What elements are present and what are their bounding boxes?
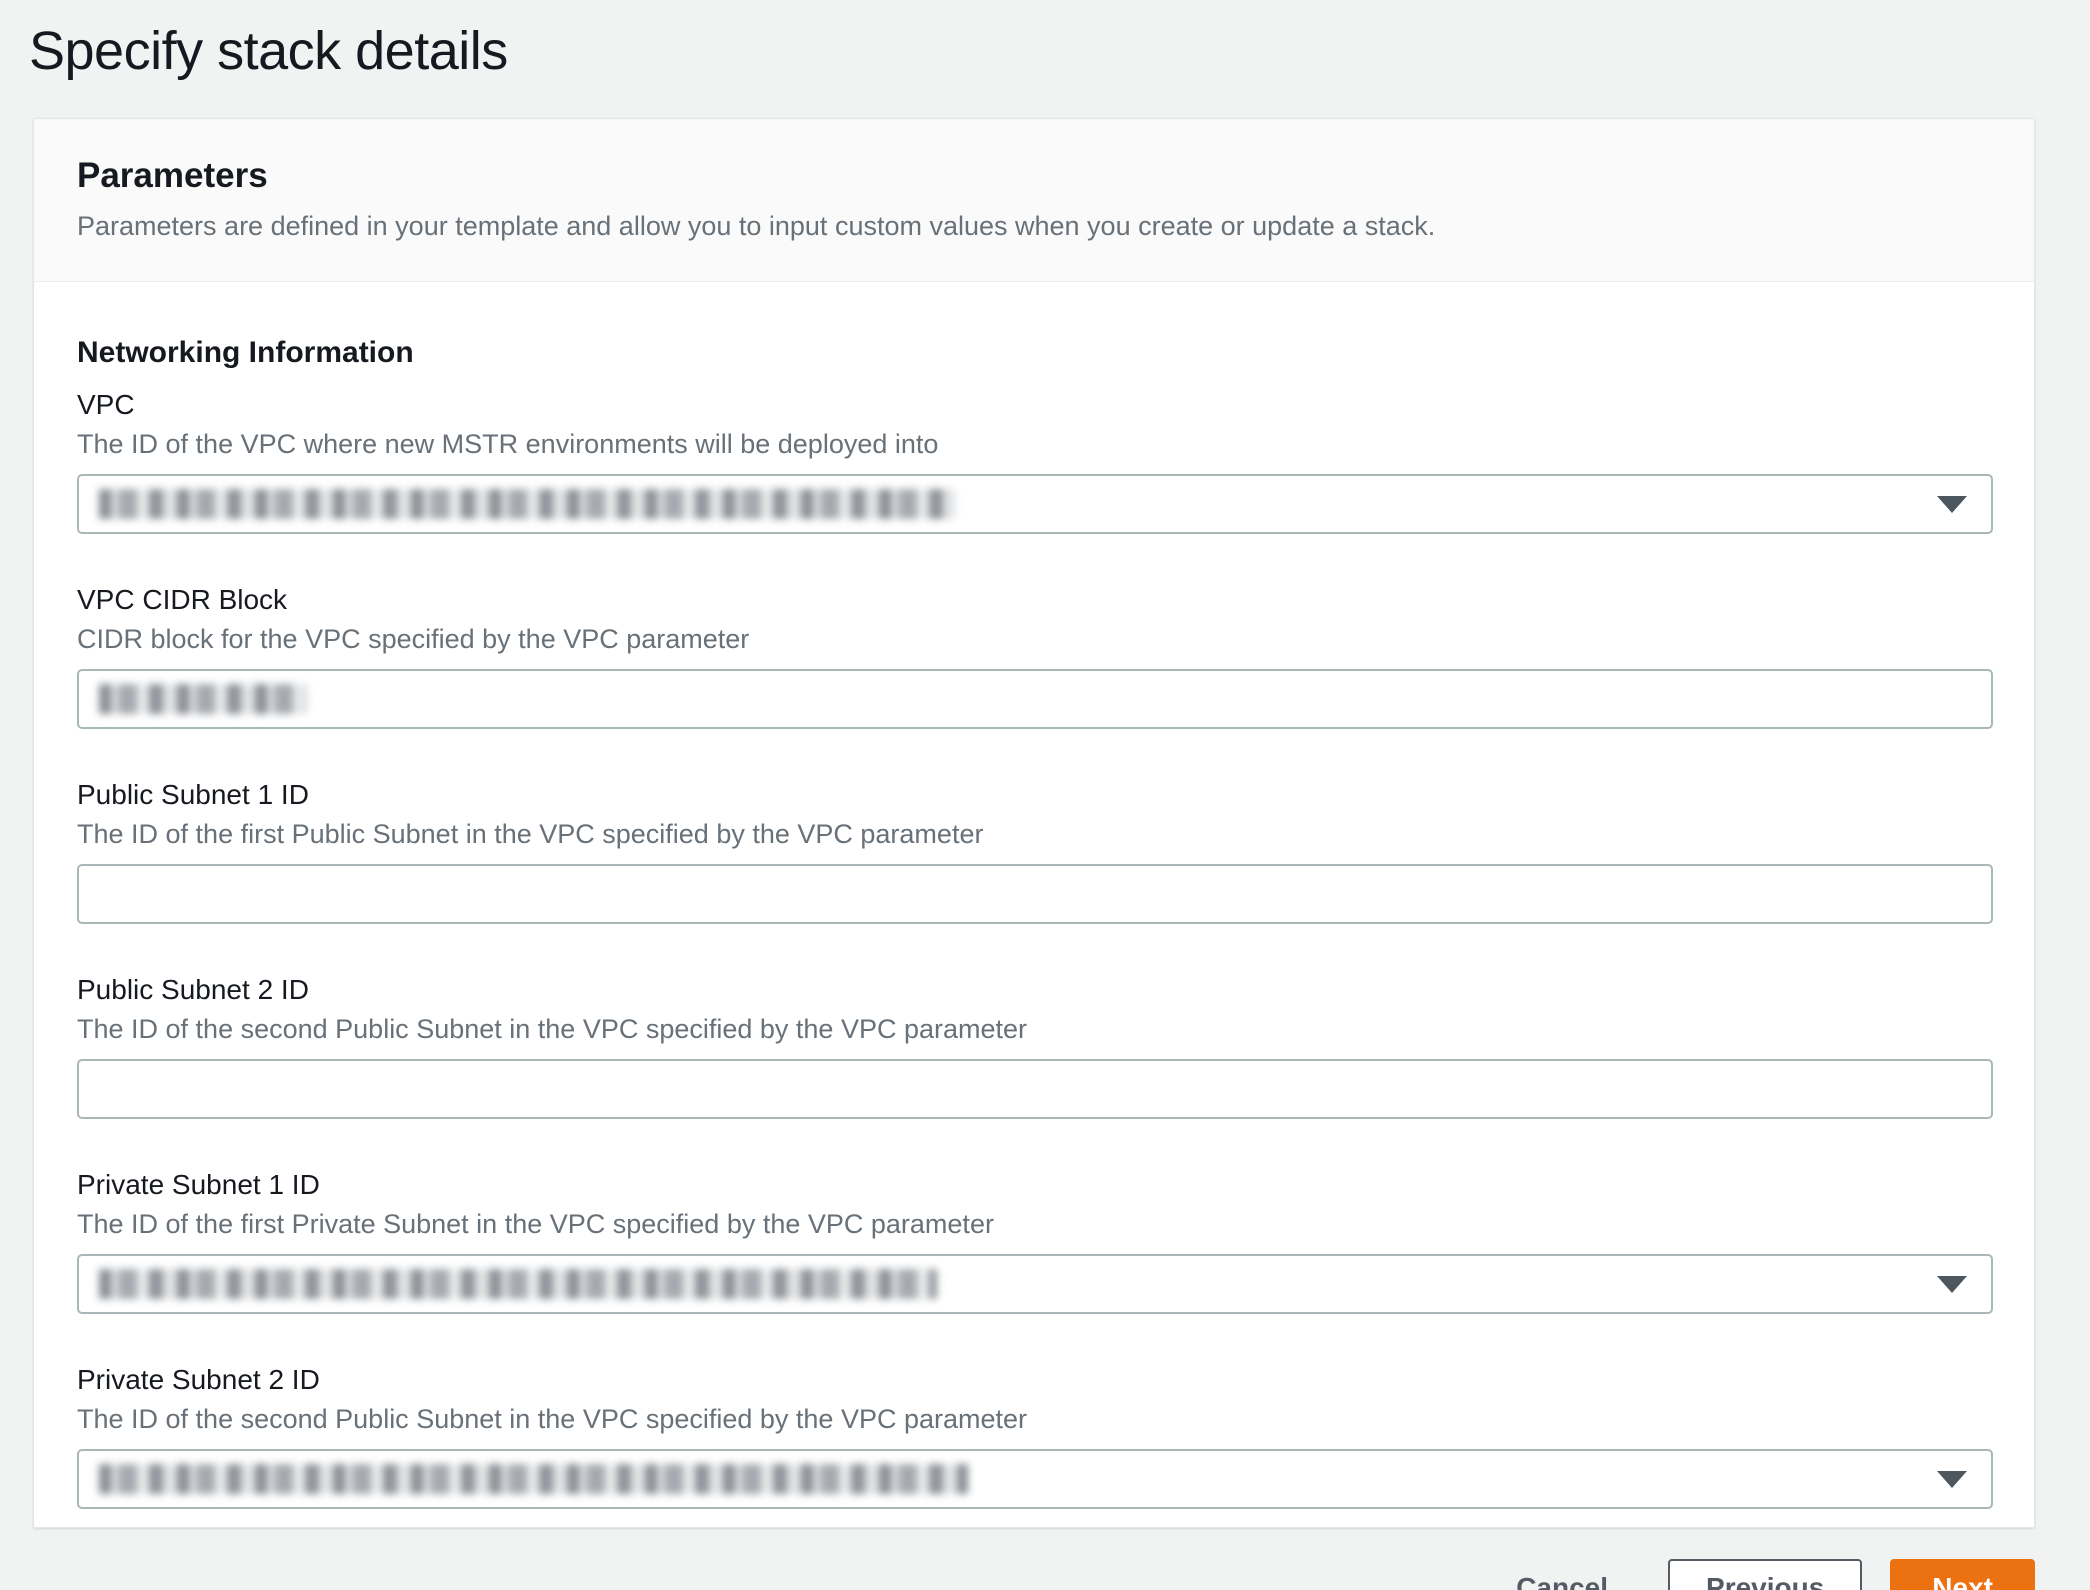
field-description: CIDR block for the VPC specified by the … xyxy=(77,623,1991,655)
panel-body: Networking Information VPC The ID of the… xyxy=(34,282,2034,1527)
parameters-panel: Parameters Parameters are defined in you… xyxy=(33,118,2035,1528)
field-description: The ID of the first Private Subnet in th… xyxy=(77,1208,1991,1240)
field-label: VPC CIDR Block xyxy=(77,583,1991,617)
next-button[interactable]: Next xyxy=(1890,1559,2035,1590)
caret-down-icon xyxy=(1937,1276,1967,1293)
redacted-value xyxy=(99,1464,968,1494)
field-description: The ID of the first Public Subnet in the… xyxy=(77,818,1991,850)
field-label: VPC xyxy=(77,388,1991,422)
field-group-public-subnet-1: Public Subnet 1 ID The ID of the first P… xyxy=(77,778,1991,924)
group-title: Networking Information xyxy=(77,334,1991,372)
field-description: The ID of the second Public Subnet in th… xyxy=(77,1013,1991,1045)
cancel-button[interactable]: Cancel xyxy=(1516,1572,1608,1590)
field-group-private-subnet-1: Private Subnet 1 ID The ID of the first … xyxy=(77,1168,1991,1314)
page-title: Specify stack details xyxy=(29,16,2090,86)
vpc-select[interactable] xyxy=(77,474,1993,534)
caret-down-icon xyxy=(1937,1471,1967,1488)
field-label: Public Subnet 2 ID xyxy=(77,973,1991,1007)
panel-title: Parameters xyxy=(77,155,1991,197)
field-group-vpc: VPC The ID of the VPC where new MSTR env… xyxy=(77,388,1991,534)
private-subnet-2-select[interactable] xyxy=(77,1449,1993,1509)
redacted-value xyxy=(99,684,306,714)
panel-header: Parameters Parameters are defined in you… xyxy=(34,119,2034,282)
redacted-value xyxy=(99,1269,937,1299)
caret-down-icon xyxy=(1937,496,1967,513)
private-subnet-1-select[interactable] xyxy=(77,1254,1993,1314)
field-group-public-subnet-2: Public Subnet 2 ID The ID of the second … xyxy=(77,973,1991,1119)
field-label: Private Subnet 1 ID xyxy=(77,1168,1991,1202)
redacted-value xyxy=(99,489,955,519)
field-description: The ID of the second Public Subnet in th… xyxy=(77,1403,1991,1435)
public-subnet-2-input[interactable] xyxy=(77,1059,1993,1119)
vpc-cidr-input[interactable] xyxy=(77,669,1993,729)
wizard-actions: Cancel Previous Next xyxy=(0,1559,2035,1590)
field-group-vpc-cidr: VPC CIDR Block CIDR block for the VPC sp… xyxy=(77,583,1991,729)
panel-description: Parameters are defined in your template … xyxy=(77,209,1991,243)
previous-button[interactable]: Previous xyxy=(1668,1559,1862,1590)
field-label: Public Subnet 1 ID xyxy=(77,778,1991,812)
public-subnet-1-input[interactable] xyxy=(77,864,1993,924)
field-description: The ID of the VPC where new MSTR environ… xyxy=(77,428,1991,460)
field-group-private-subnet-2: Private Subnet 2 ID The ID of the second… xyxy=(77,1363,1991,1509)
field-label: Private Subnet 2 ID xyxy=(77,1363,1991,1397)
